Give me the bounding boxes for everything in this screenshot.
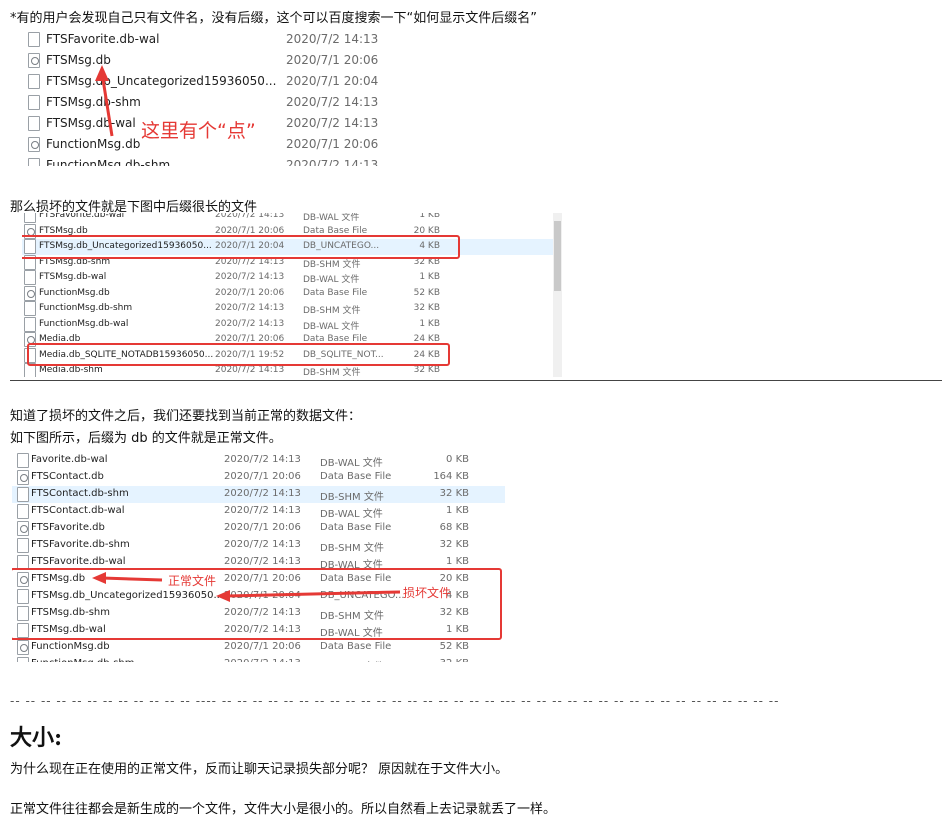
file-icon xyxy=(24,213,36,223)
file-list-screenshot-2: FTSFavorite.db-wal 2020/7/2 14:13 DB-WAL 文… xyxy=(22,213,562,377)
file-size: 1 KB xyxy=(419,213,440,220)
file-type: DB-WAL 文件 xyxy=(303,213,360,223)
file-date: 2020/7/2 14:13 xyxy=(215,318,285,329)
file-name: FunctionMsg.db xyxy=(39,287,110,298)
file-name: FTSFavorite.db-wal xyxy=(39,213,125,220)
file-name: FTSMsg.db-wal xyxy=(39,272,107,282)
file-row[interactable]: FunctionMsg.db-shm 2020/7/2 14:13 DB-SHM 文… xyxy=(22,301,562,317)
file-date: 2020/7/2 14:13 xyxy=(215,365,285,375)
file-row[interactable]: FTSMsg.db-wal 2020/7/2 14:13 DB-WAL 文件 1 KB xyxy=(22,270,562,286)
file-icon xyxy=(24,301,36,316)
file-size: 52 KB xyxy=(413,287,440,298)
paragraph-1: 为什么现在正在使用的正常文件，反而让聊天记录损失部分呢？ 原因就在于文件大小。 xyxy=(10,762,509,777)
file-row[interactable]: FTSFavorite.db-wal 2020/7/2 14:13 DB-WAL 文… xyxy=(22,213,562,224)
highlight-box-notadb xyxy=(27,343,450,366)
annotation-normal-file: 正常文件 xyxy=(168,574,217,588)
file-size: 32 KB xyxy=(413,303,440,313)
file-icon xyxy=(24,316,36,332)
file-date: 2020/7/2 14:13 xyxy=(215,213,285,220)
paragraph-2: 正常文件往往都会是新生成的一个文件，文件大小是很小的。所以自然看上去记录就丢了一… xyxy=(10,802,557,817)
file-type: Data Base File xyxy=(303,225,368,236)
file-size: 32 KB xyxy=(413,365,440,375)
annotation-dot-label: 这里有个“点” xyxy=(141,120,256,142)
file-type: DB-SHM 文件 xyxy=(303,306,361,316)
annotation-arrows-3 xyxy=(92,572,401,602)
know-text-line-1: 知道了损坏的文件之后，我们还要找到当前正常的数据文件： xyxy=(10,409,362,424)
file-name: FunctionMsg.db-shm xyxy=(39,303,133,313)
file-icon xyxy=(24,270,36,285)
size-heading: 大小: xyxy=(10,725,63,751)
file-row[interactable]: FunctionMsg.db 2020/7/1 20:06 Data Base Fi… xyxy=(22,285,562,302)
file-date: 2020/7/1 20:06 xyxy=(215,225,285,236)
file-row[interactable]: FunctionMsg.db-wal 2020/7/2 14:13 DB-WAL 文… xyxy=(22,316,562,333)
scrollbar[interactable] xyxy=(553,213,562,377)
file-list-screenshot-3: Favorite.db-wal 2020/7/2 14:13 DB-WAL 文件 0 … xyxy=(12,450,505,662)
dashed-divider: -- -- -- -- -- -- -- -- -- -- -- -- ----… xyxy=(10,694,780,708)
intro-text: *有的用户会发现自己只有文件名，没有后缀，这个可以百度搜索一下“如何显示文件后缀… xyxy=(10,11,537,26)
file-name: FTSMsg.db xyxy=(39,225,88,236)
file-list-screenshot-1: FTSFavorite.db-wal 2020/7/2 14:13 FTSMsg.d… xyxy=(22,29,392,166)
file-date: 2020/7/1 20:06 xyxy=(215,287,285,298)
file-name: Media.db-shm xyxy=(39,365,103,375)
annotation-arrow-1 xyxy=(95,65,114,137)
file-size: 20 KB xyxy=(413,225,440,236)
file-type: Data Base File xyxy=(303,287,368,298)
horizontal-rule xyxy=(10,380,942,381)
file-date: 2020/7/2 14:13 xyxy=(215,303,285,313)
file-type: DB-WAL 文件 xyxy=(303,275,360,285)
file-type: DB-SHM 文件 xyxy=(303,368,361,377)
file-type: DB-WAL 文件 xyxy=(303,321,360,332)
file-size: 1 KB xyxy=(419,272,440,282)
scrollbar-thumb[interactable] xyxy=(554,221,561,291)
annotation-damaged-file: 损坏文件 xyxy=(403,586,452,600)
file-size: 1 KB xyxy=(419,318,440,329)
file-date: 2020/7/2 14:13 xyxy=(215,272,285,282)
know-text-line-2: 如下图所示，后缀为 db 的文件就是正常文件。 xyxy=(10,431,282,446)
highlight-box-uncategorized xyxy=(22,235,460,259)
database-file-icon xyxy=(24,285,36,301)
file-name: FunctionMsg.db-wal xyxy=(39,318,129,329)
